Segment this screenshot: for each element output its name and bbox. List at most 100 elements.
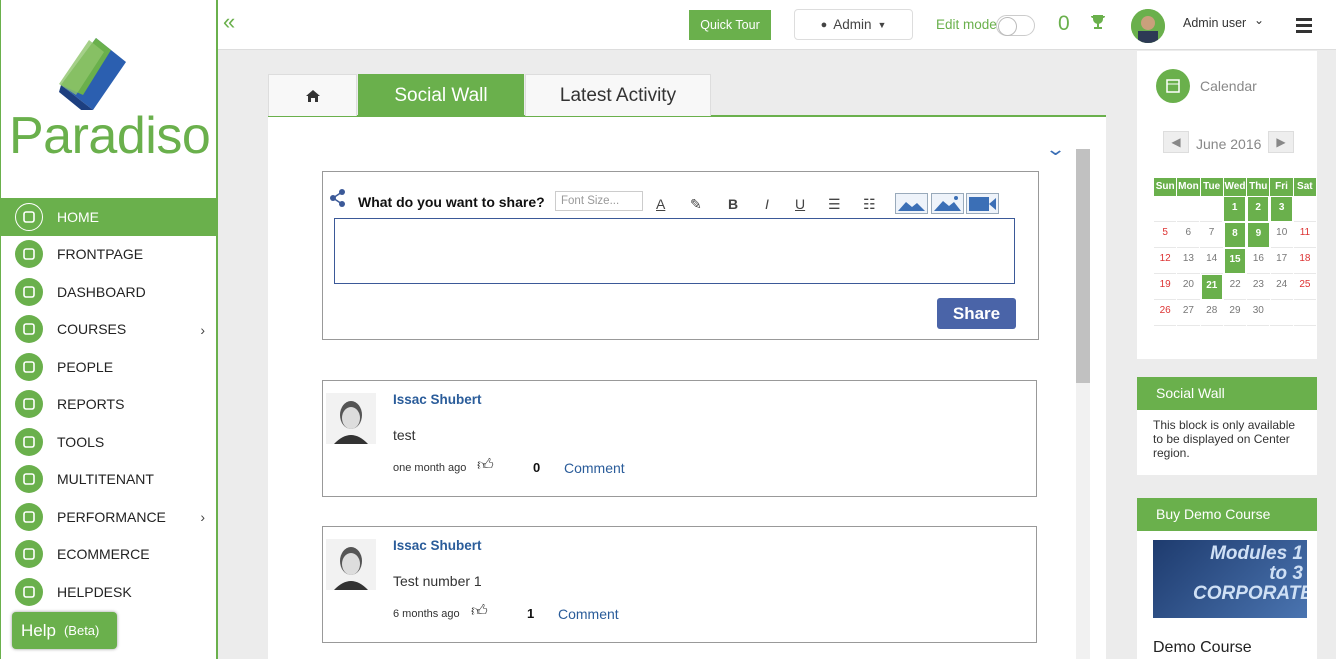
user-name[interactable]: Admin user: [1183, 16, 1246, 30]
calendar-day[interactable]: 26: [1154, 300, 1177, 326]
author-avatar[interactable]: [326, 539, 376, 590]
calendar-day[interactable]: 17: [1270, 248, 1293, 274]
scrollbar-thumb[interactable]: [1076, 149, 1090, 383]
sidebar-item-frontpage[interactable]: FRONTPAGE: [1, 236, 217, 274]
calendar-day: [1177, 196, 1200, 222]
sidebar-item-performance[interactable]: PERFORMANCE ›: [1, 498, 217, 536]
calendar-day[interactable]: 2: [1246, 196, 1270, 222]
sidebar-item-people[interactable]: PEOPLE: [1, 348, 217, 386]
post-author[interactable]: Issac Shubert: [393, 392, 482, 407]
tab-home[interactable]: [268, 74, 357, 116]
font-size-select[interactable]: Font Size...: [555, 191, 643, 211]
calendar-day[interactable]: 16: [1247, 248, 1270, 274]
calendar-day[interactable]: 28: [1200, 300, 1223, 326]
role-dropdown[interactable]: ● Admin ▼: [794, 9, 913, 40]
calendar-day[interactable]: 21: [1200, 274, 1224, 300]
calendar-day[interactable]: 13: [1177, 248, 1200, 274]
user-avatar[interactable]: [1131, 9, 1165, 43]
tab-social-wall[interactable]: Social Wall: [358, 74, 524, 116]
calendar-day[interactable]: 29: [1223, 300, 1247, 326]
calendar-day[interactable]: 8: [1223, 222, 1247, 248]
chevron-down-icon[interactable]: ⌄: [1254, 13, 1264, 27]
sidebar-item-label: MULTITENANT: [57, 471, 154, 488]
numbered-list-icon[interactable]: ☷: [863, 196, 876, 213]
post-author[interactable]: Issac Shubert: [393, 538, 482, 553]
points-count: 0: [1058, 12, 1070, 35]
sidebar-item-ecommerce[interactable]: ECOMMERCE: [1, 536, 217, 574]
post-body: Test number 1: [393, 573, 482, 589]
chevron-right-icon[interactable]: ›: [200, 322, 205, 338]
calendar-day[interactable]: 27: [1177, 300, 1200, 326]
calendar-day[interactable]: 6: [1177, 222, 1200, 248]
sidebar-item-dashboard[interactable]: DASHBOARD: [1, 273, 217, 311]
app: Paradiso HOME FRONTPAGE DASHBOARD COURSES › P…: [0, 0, 1336, 659]
sidebar-item-courses[interactable]: COURSES ›: [1, 311, 217, 349]
font-color-icon[interactable]: A: [656, 196, 665, 212]
calendar-icon: [1156, 69, 1190, 103]
underline-icon[interactable]: U: [795, 196, 805, 212]
calendar-day[interactable]: 22: [1224, 274, 1247, 300]
calendar-day[interactable]: 20: [1177, 274, 1200, 300]
tab-latest-activity[interactable]: Latest Activity: [525, 74, 711, 116]
calendar-day[interactable]: 10: [1270, 222, 1293, 248]
like-icon[interactable]: 👍︎: [477, 456, 494, 475]
calendar-day[interactable]: 24: [1270, 274, 1293, 300]
sidebar-item-multitenant[interactable]: MULTITENANT: [1, 461, 217, 499]
chart-icon: [15, 390, 43, 419]
chevron-right-icon[interactable]: ›: [200, 509, 205, 525]
logo[interactable]: Paradiso: [1, 0, 217, 198]
folder-icon: [15, 315, 43, 344]
calendar-title: Calendar: [1200, 78, 1257, 94]
insert-video-icon[interactable]: [966, 193, 999, 214]
sidebar-item-tools[interactable]: TOOLS: [1, 423, 217, 461]
dashboard-icon: [15, 277, 43, 306]
demo-course-image[interactable]: Modules 1 to 3 CORPORATE: [1153, 540, 1307, 618]
comment-link[interactable]: Comment: [558, 606, 619, 622]
calendar-next-icon[interactable]: ▶: [1268, 131, 1294, 153]
collapse-sidebar-icon[interactable]: «: [223, 10, 235, 34]
calendar-day[interactable]: 14: [1200, 248, 1223, 274]
quick-tour-button[interactable]: Quick Tour: [689, 10, 771, 40]
tools-icon: [15, 427, 43, 456]
scrollbar[interactable]: [1076, 149, 1090, 659]
hamburger-menu-icon[interactable]: [1296, 18, 1312, 36]
calendar-day[interactable]: 18: [1293, 248, 1317, 274]
calendar-day[interactable]: 9: [1247, 222, 1270, 248]
calendar-day[interactable]: 19: [1154, 274, 1177, 300]
help-button[interactable]: Help (Beta): [12, 612, 117, 649]
calendar-day[interactable]: 11: [1293, 222, 1317, 248]
post-textarea[interactable]: [334, 218, 1015, 284]
comment-link[interactable]: Comment: [564, 460, 625, 476]
sidebar-item-home[interactable]: HOME: [1, 198, 217, 236]
insert-image-icon[interactable]: [895, 193, 928, 214]
sidebar-item-reports[interactable]: REPORTS: [1, 386, 217, 424]
like-icon[interactable]: 👍︎: [471, 602, 488, 621]
calendar-day[interactable]: 25: [1293, 274, 1317, 300]
trophy-icon[interactable]: [1089, 13, 1107, 31]
share-button[interactable]: Share: [937, 298, 1016, 329]
calendar-day[interactable]: 23: [1247, 274, 1270, 300]
user-icon: ●: [820, 18, 828, 31]
calendar-day[interactable]: 12: [1154, 248, 1177, 274]
calendar-day[interactable]: 15: [1223, 248, 1247, 274]
calendar-day[interactable]: 7: [1200, 222, 1223, 248]
bold-icon[interactable]: B: [728, 196, 738, 212]
calendar-day[interactable]: 3: [1270, 196, 1293, 222]
insert-gallery-icon[interactable]: [931, 193, 964, 214]
post-body: test: [393, 427, 416, 443]
demo-course-link[interactable]: Demo Course: [1153, 639, 1252, 657]
italic-icon[interactable]: I: [765, 196, 769, 212]
edit-mode-toggle[interactable]: [996, 15, 1035, 36]
sidebar-item-helpdesk[interactable]: HELPDESK: [1, 573, 217, 611]
author-avatar[interactable]: [326, 393, 376, 444]
calendar-day[interactable]: 5: [1154, 222, 1177, 248]
highlight-icon[interactable]: ✎: [690, 196, 702, 213]
bullet-list-icon[interactable]: ☰: [828, 196, 841, 213]
calendar-day[interactable]: 30: [1247, 300, 1270, 326]
calendar-day[interactable]: 1: [1223, 196, 1246, 222]
calendar-week: 12 13 14 15 16 17 18: [1154, 248, 1317, 274]
like-count: 0: [533, 460, 541, 475]
calendar-weekday: Sun: [1154, 178, 1177, 196]
chevron-down-icon[interactable]: ⌄: [1045, 139, 1066, 160]
calendar-prev-icon[interactable]: ◀: [1163, 131, 1189, 153]
